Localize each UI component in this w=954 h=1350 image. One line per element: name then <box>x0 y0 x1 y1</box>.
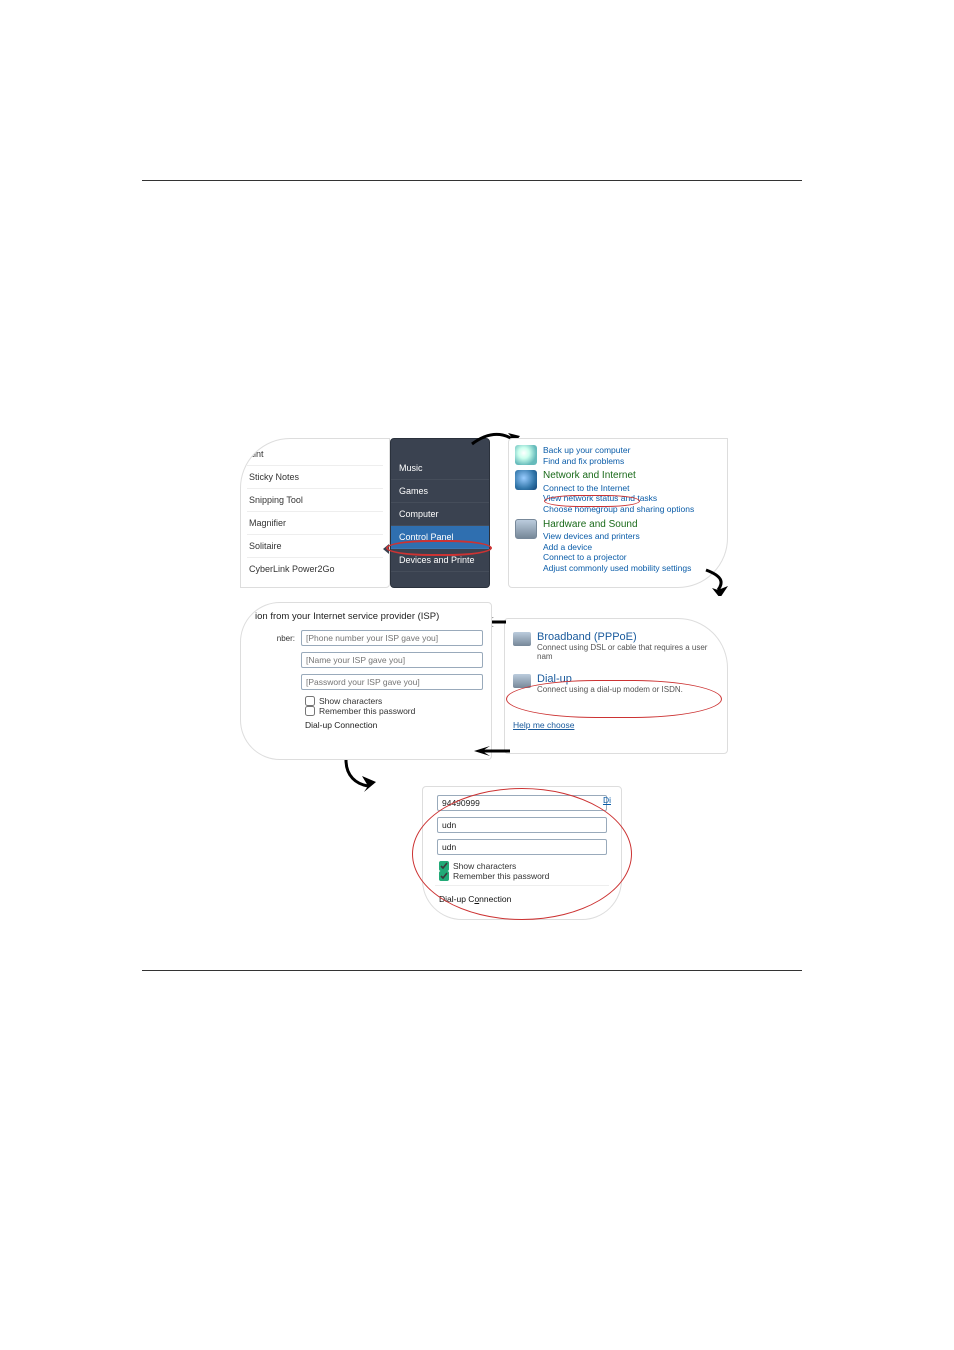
dialup-sub: Connect using a dial-up modem or ISDN. <box>537 685 683 694</box>
start-right-music[interactable]: Music <box>391 457 489 480</box>
flow-arrow-2 <box>700 566 730 596</box>
start-menu-left: aint Sticky Notes Snipping Tool Magnifie… <box>240 438 390 588</box>
start-right-computer[interactable]: Computer <box>391 503 489 526</box>
show-characters-label: Show characters <box>319 696 382 706</box>
remember-password-label: Remember this password <box>319 706 415 716</box>
dialup-form-filled: Di Show characters Remember this passwor… <box>422 786 622 920</box>
option-broadband[interactable]: Broadband (PPPoE) Connect using DSL or c… <box>511 627 721 669</box>
link-projector[interactable]: Connect to a projector <box>543 552 691 563</box>
start-item-cyberlink[interactable]: CyberLink Power2Go <box>241 560 389 578</box>
link-backup[interactable]: Back up your computer <box>543 445 630 456</box>
show-characters-label-filled: Show characters <box>453 861 516 871</box>
start-item-paint[interactable]: aint <box>241 439 389 463</box>
network-icon <box>515 470 537 490</box>
flow-arrow-5 <box>472 744 512 756</box>
start-item-solitaire[interactable]: Solitaire <box>241 537 389 555</box>
remember-password-label-filled: Remember this password <box>453 871 549 881</box>
remember-password-checkbox-filled[interactable]: Remember this password <box>439 871 615 881</box>
start-item-snipping-tool[interactable]: Snipping Tool <box>241 491 389 509</box>
broadband-title: Broadband (PPPoE) <box>537 631 719 643</box>
phone-label: nber: <box>251 634 295 643</box>
link-find-fix[interactable]: Find and fix problems <box>543 456 630 467</box>
show-characters-checkbox[interactable]: Show characters <box>305 696 483 706</box>
start-right-control-panel[interactable]: Control Panel <box>391 526 489 549</box>
link-devices[interactable]: View devices and printers <box>543 531 691 542</box>
start-right-devices[interactable]: Devices and Printe <box>391 549 489 572</box>
system-icon <box>515 445 537 465</box>
username-input-filled[interactable] <box>437 817 607 833</box>
dialup-icon <box>513 674 531 688</box>
option-dialup[interactable]: Dial-up Connect using a dial-up modem or… <box>511 669 721 702</box>
heading-network[interactable]: Network and Internet <box>543 470 694 483</box>
link-connect-internet[interactable]: Connect to the Internet <box>543 483 694 494</box>
hardware-icon <box>515 519 537 539</box>
start-menu-right: Music Games Computer Control Panel Devic… <box>390 438 490 588</box>
submenu-arrow-icon <box>383 544 389 554</box>
start-item-magnifier[interactable]: Magnifier <box>241 514 389 532</box>
remember-password-checkbox[interactable]: Remember this password <box>305 706 483 716</box>
heading-hardware[interactable]: Hardware and Sound <box>543 519 691 532</box>
dialup-form-empty: ion from your Internet service provider … <box>240 602 492 760</box>
username-input[interactable] <box>301 652 483 668</box>
connection-type-panel: Broadband (PPPoE) Connect using DSL or c… <box>504 618 728 754</box>
phone-input-filled[interactable] <box>437 795 607 811</box>
link-add-device[interactable]: Add a device <box>543 542 691 553</box>
bottom-rule <box>142 970 802 971</box>
link-mobility[interactable]: Adjust commonly used mobility settings <box>543 563 691 574</box>
phone-input[interactable] <box>301 630 483 646</box>
broadband-sub: Connect using DSL or cable that requires… <box>537 643 719 661</box>
flow-arrow-4 <box>338 756 376 792</box>
link-view-status[interactable]: View network status and tasks <box>543 493 694 504</box>
start-right-games[interactable]: Games <box>391 480 489 503</box>
dialup-title: Dial-up <box>537 673 683 685</box>
control-panel-categories: Back up your computer Find and fix probl… <box>508 438 728 588</box>
password-input[interactable] <box>301 674 483 690</box>
show-characters-checkbox-filled[interactable]: Show characters <box>439 861 615 871</box>
top-rule <box>142 180 802 181</box>
password-input-filled[interactable] <box>437 839 607 855</box>
connection-name-value: Dial-up Connection <box>305 716 483 730</box>
dialing-rules-link[interactable]: Di <box>603 795 611 805</box>
connection-name-filled: Dial-up Connection <box>439 890 615 904</box>
form-header: ion from your Internet service provider … <box>251 611 483 630</box>
help-me-choose-link[interactable]: Help me choose <box>511 720 721 730</box>
start-item-sticky-notes[interactable]: Sticky Notes <box>241 468 389 486</box>
broadband-icon <box>513 632 531 646</box>
link-homegroup[interactable]: Choose homegroup and sharing options <box>543 504 694 515</box>
